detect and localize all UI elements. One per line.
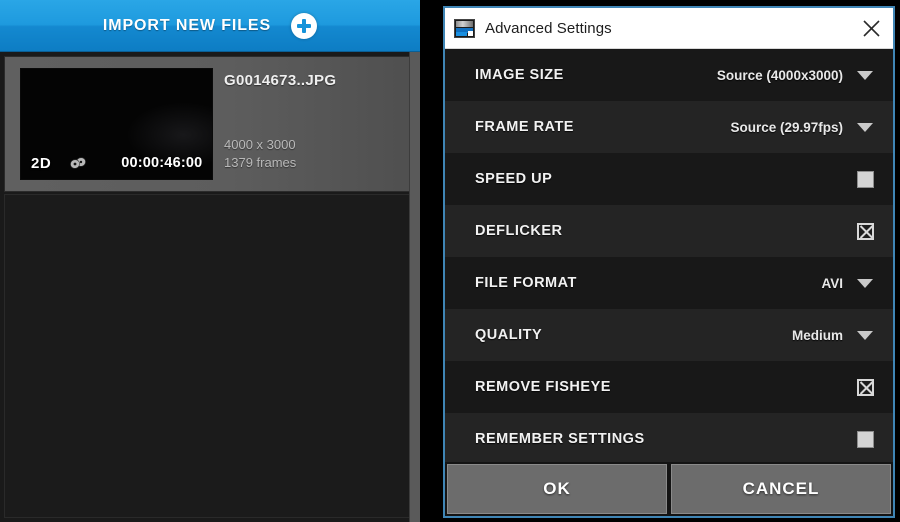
dialog-title-bar: Advanced Settings xyxy=(445,8,893,49)
checkbox-unchecked-icon[interactable] xyxy=(857,430,874,448)
setting-label: REMOVE FISHEYE xyxy=(475,379,611,395)
gopro-studio-icon xyxy=(454,18,475,38)
checkbox-checked-icon[interactable] xyxy=(857,222,874,240)
chevron-down-icon[interactable] xyxy=(857,330,873,340)
setting-row-file-format[interactable]: FILE FORMAT AVI xyxy=(445,257,893,309)
setting-label: QUALITY xyxy=(475,327,543,343)
setting-value: Source (29.97fps) xyxy=(730,119,843,135)
import-new-files-label: IMPORT NEW FILES xyxy=(102,16,272,34)
cancel-button[interactable]: CANCEL xyxy=(671,464,891,514)
setting-row-remember-settings[interactable]: REMEMBER SETTINGS xyxy=(445,413,893,462)
setting-value: Medium xyxy=(791,327,843,343)
media-file-item[interactable]: 2D 00:00:46:00 G0014673..JPG 4000 x 3000… xyxy=(4,56,416,192)
setting-value: AVI xyxy=(821,275,843,291)
setting-row-speed-up[interactable]: SPEED UP xyxy=(445,153,893,205)
setting-row-frame-rate[interactable]: FRAME RATE Source (29.97fps) xyxy=(445,101,893,153)
setting-label: REMEMBER SETTINGS xyxy=(475,431,645,447)
plus-circle-icon[interactable] xyxy=(291,12,318,39)
ok-button[interactable]: OK xyxy=(447,464,667,514)
media-bin-panel: IMPORT NEW FILES 2D 00:00:46:00 G0014673… xyxy=(0,0,420,522)
setting-row-quality[interactable]: QUALITY Medium xyxy=(445,309,893,361)
chevron-down-icon[interactable] xyxy=(857,70,873,80)
file-metadata: 4000 x 3000 1379 frames xyxy=(224,136,296,172)
import-new-files-button[interactable]: IMPORT NEW FILES xyxy=(0,0,420,52)
settings-list: IMAGE SIZE Source (4000x3000) FRAME RATE So… xyxy=(445,49,893,462)
app-window: IMPORT NEW FILES 2D 00:00:46:00 G0014673… xyxy=(0,0,900,522)
file-thumbnail[interactable]: 2D 00:00:46:00 xyxy=(20,68,213,180)
setting-label: FRAME RATE xyxy=(475,119,574,135)
setting-label: FILE FORMAT xyxy=(475,275,577,291)
close-icon[interactable] xyxy=(849,9,893,47)
advanced-settings-dialog: Advanced Settings IMAGE SIZE Source (4000… xyxy=(443,6,895,518)
dialog-button-bar: OK CANCEL xyxy=(445,462,893,516)
setting-label: DEFLICKER xyxy=(475,223,563,239)
file-frames-label: 1379 frames xyxy=(224,155,297,170)
chevron-down-icon[interactable] xyxy=(857,122,873,132)
file-dimensions-label: 4000 x 3000 xyxy=(224,137,296,152)
film-reel-icon xyxy=(69,156,87,170)
dialog-title: Advanced Settings xyxy=(485,19,612,37)
chevron-down-icon[interactable] xyxy=(857,278,873,288)
setting-row-deflicker[interactable]: DEFLICKER xyxy=(445,205,893,257)
setting-label: SPEED UP xyxy=(475,171,553,187)
file-name-label: G0014673..JPG xyxy=(224,72,337,89)
checkbox-checked-icon[interactable] xyxy=(857,378,874,396)
thumbnail-overlay: 2D 00:00:46:00 xyxy=(21,153,212,173)
dimension-badge: 2D xyxy=(31,154,52,172)
media-bin-scrollbar[interactable] xyxy=(409,52,420,522)
setting-row-image-size[interactable]: IMAGE SIZE Source (4000x3000) xyxy=(445,49,893,101)
checkbox-unchecked-icon[interactable] xyxy=(857,170,874,188)
setting-row-remove-fisheye[interactable]: REMOVE FISHEYE xyxy=(445,361,893,413)
setting-value: Source (4000x3000) xyxy=(716,67,843,83)
clip-timecode: 00:00:46:00 xyxy=(121,155,203,171)
media-bin-empty-area xyxy=(4,194,416,518)
setting-label: IMAGE SIZE xyxy=(475,67,564,83)
